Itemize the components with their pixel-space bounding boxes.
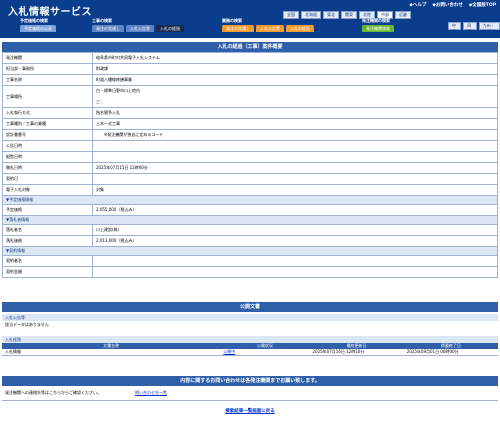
tab-construction-notices[interactable]: 入札公告等 bbox=[126, 25, 154, 32]
group-row-award: ▼落札者情報 bbox=[2, 215, 498, 225]
case-summary-heading: 入札の経過（工事）案件概要 bbox=[2, 42, 498, 52]
doc-updated: 2025年07月16日 12時10分 bbox=[309, 349, 404, 356]
table-row: 工事場所 白・標準日野市川上地内 三： bbox=[2, 85, 498, 108]
help-link[interactable]: ◆ヘルプ bbox=[409, 2, 426, 8]
table-row: 入札執行方式 指名競争入札 bbox=[2, 107, 498, 119]
national-top-link[interactable]: ◆全国版TOP bbox=[469, 2, 496, 8]
mode-group-service: 業務の検索 発注の見通し 入札公告等 入札の経過 bbox=[222, 18, 314, 34]
top-links: ◆ヘルプ ◆お問い合わせ ◆全国版TOP bbox=[409, 2, 496, 8]
contact-section: 内容に関するお問い合わせは各発注機関までお願い致します。 発注機関への連絡先等は… bbox=[2, 376, 498, 401]
mode-group-agency: 発注機関の検索 発注機関情報 bbox=[362, 18, 394, 34]
tab-construction-outlook[interactable]: 発注の見通し bbox=[92, 25, 124, 32]
tab-service-notices[interactable]: 入札公告等 bbox=[256, 25, 284, 32]
case-summary-table: 発注機関 岐阜県市町村共同電子入札システム 担当部・事務所 財政課 工事名称 町道八幡… bbox=[2, 52, 498, 278]
table-row: 契約者名 bbox=[2, 255, 498, 267]
table-row: 落札価格 2,013,000（税込み） bbox=[2, 235, 498, 247]
tab-agency-info[interactable]: 発注機関情報 bbox=[362, 25, 394, 32]
mode-group-price: 予定価格の検索 予定価格の公表 bbox=[20, 18, 56, 34]
result-subheading: 入札経過 bbox=[2, 336, 498, 343]
table-row: 電子入札対象 対象 bbox=[2, 184, 498, 196]
contact-heading: 内容に関するお問い合わせは各発注機関までお願い致します。 bbox=[2, 376, 498, 386]
region-tab-tohoku[interactable]: 東北 bbox=[323, 11, 339, 19]
mode-label-agency: 発注機関の検索 bbox=[362, 18, 390, 23]
table-row: 工事名称 町道八幡線修繕事業 bbox=[2, 74, 498, 86]
table-row: 縦覧日時 bbox=[2, 151, 498, 163]
region-tabs-row2: 中国 四国 九州・沖縄 bbox=[448, 22, 500, 34]
region-tab-shikoku[interactable]: 四国 bbox=[463, 22, 477, 34]
back-to-results-link[interactable]: 検索結果一覧画面に戻る bbox=[225, 409, 275, 414]
mode-label-construction: 工事の検索 bbox=[92, 18, 112, 23]
doc-end-date: 2025年09月01日 00時00分 bbox=[403, 349, 498, 356]
contact-row: 発注機関への連絡先等はこちらからご確認ください。 問い合わせ先一覧 bbox=[2, 386, 498, 401]
table-row: 公告日時 bbox=[2, 140, 498, 152]
table-row: 発注機関 岐阜県市町村共同電子入札システム bbox=[2, 52, 498, 64]
table-row: 入札情報 公開中 2025年07月16日 12時10分 2025年09月01日 … bbox=[2, 349, 498, 356]
back-to-results: 検索結果一覧画面に戻る bbox=[0, 408, 500, 414]
region-tab-kanto[interactable]: 関東 bbox=[341, 11, 357, 19]
notice-subheading: 入札公告等 bbox=[2, 314, 498, 321]
public-documents: 公開文書 入札公告等 該当データはありません 入札経過 文書名称 公開状況 最終… bbox=[2, 302, 498, 356]
contact-link[interactable]: ◆お問い合わせ bbox=[432, 2, 462, 8]
mode-label-price: 予定価格の検索 bbox=[20, 18, 48, 23]
tab-service-outlook[interactable]: 発注の見通し bbox=[222, 25, 254, 32]
tab-price-publication[interactable]: 予定価格の公表 bbox=[20, 25, 56, 32]
table-row: 契約日 bbox=[2, 173, 498, 185]
table-row: 工事種別／工事の業種 土木一式工事 bbox=[2, 118, 498, 130]
region-tab-chugoku[interactable]: 中国 bbox=[448, 22, 462, 34]
doc-public-link[interactable]: 公開中 bbox=[223, 349, 235, 354]
group-row-contract: ▼契約情報 bbox=[2, 246, 498, 256]
site-header: 入札情報サービス ◆ヘルプ ◆お問い合わせ ◆全国版TOP 全国 北海道 東北 … bbox=[0, 0, 500, 38]
table-row: 開札日時 2025年07月15日 12時00分 bbox=[2, 162, 498, 174]
table-row: 予定価格 2,055,000（税込み） bbox=[2, 204, 498, 216]
region-tab-kinki[interactable]: 近畿 bbox=[395, 11, 411, 19]
result-documents-table: 文書名称 公開状況 最終更新日 掲載終了日 入札情報 公開中 2025年07月1… bbox=[2, 343, 498, 356]
tab-service-results[interactable]: 入札の経過 bbox=[286, 25, 314, 32]
contact-text: 発注機関への連絡先等はこちらからご確認ください。 bbox=[5, 390, 101, 395]
site-title: 入札情報サービス bbox=[8, 7, 92, 18]
case-summary: 入札の経過（工事）案件概要 発注機関 岐阜県市町村共同電子入札システム 担当部・事… bbox=[2, 42, 498, 278]
doc-name: 入札情報 bbox=[2, 349, 221, 356]
table-row: 契約金額 bbox=[2, 266, 498, 278]
mode-label-service: 業務の検索 bbox=[222, 18, 242, 23]
table-row: 落札者名 川上建設(株) bbox=[2, 224, 498, 236]
public-documents-heading: 公開文書 bbox=[2, 302, 498, 312]
tab-construction-results[interactable]: 入札の経過 bbox=[156, 25, 184, 32]
notice-empty-message: 該当データはありません bbox=[5, 322, 49, 327]
table-row: 設計書番号 ※発注機関が独自に定めるコード bbox=[2, 129, 498, 141]
contact-list-link[interactable]: 問い合わせ先一覧 bbox=[135, 390, 167, 396]
group-row-price: ▼予定価格情報 bbox=[2, 195, 498, 205]
table-row: 担当部・事務所 財政課 bbox=[2, 63, 498, 75]
mode-group-construction: 工事の検索 発注の見通し 入札公告等 入札の経過 bbox=[92, 18, 184, 34]
region-tab-kyushu[interactable]: 九州・沖縄 bbox=[478, 22, 500, 34]
